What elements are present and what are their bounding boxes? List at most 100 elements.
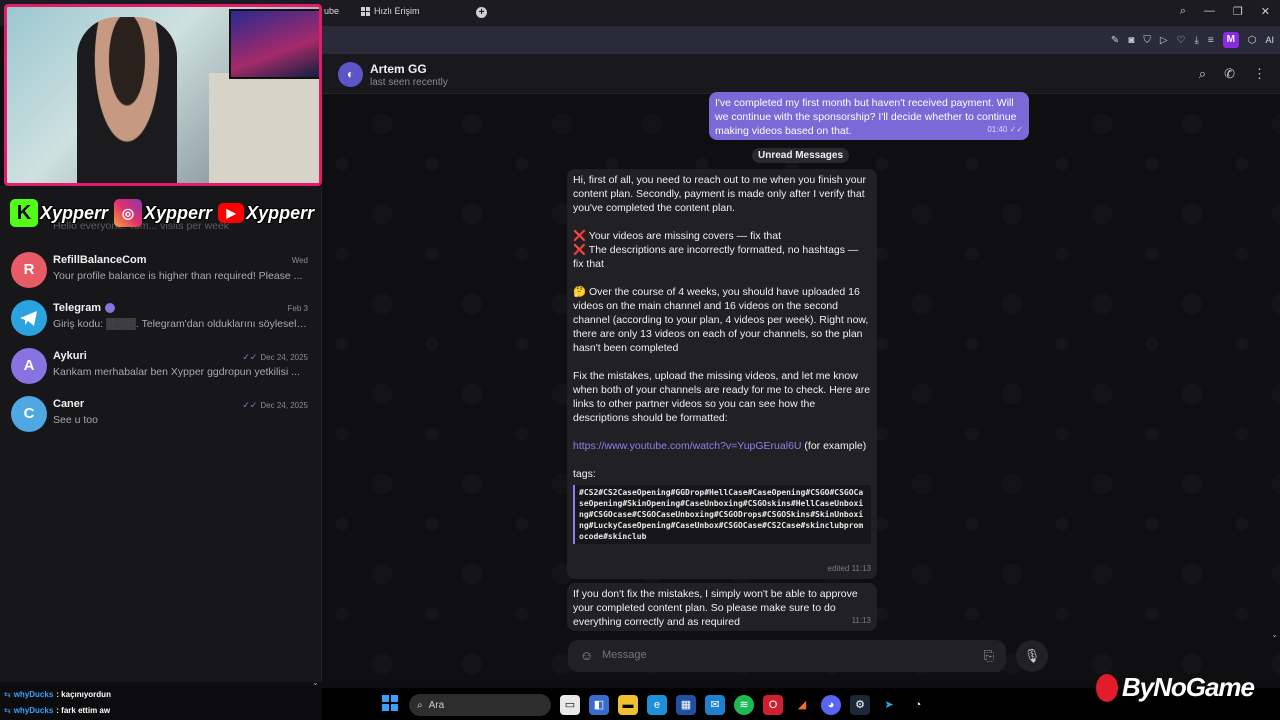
opera-browser-icon[interactable]: O	[763, 695, 783, 715]
folder-icon[interactable]: ▬	[618, 695, 638, 715]
app-icon[interactable]: ◔	[908, 695, 928, 715]
bynogame-logo-icon	[1095, 673, 1118, 702]
tab-label: ube	[324, 6, 340, 16]
mail-icon[interactable]: ✉	[705, 695, 725, 715]
chat-list-sidebar: Hello everyone! Tom... visits per week R…	[0, 186, 322, 682]
taskbar-icons: ⌕ Ara ▭ ◧ ▬ e ▦ ✉ ≋ O ◢ ◕ ⚙ ➤ ◔	[380, 694, 928, 716]
watermark-text: ByNoGame	[1121, 672, 1255, 702]
unread-messages-divider: Unread Messages	[752, 148, 850, 163]
chat-name: RefillBalanceCom	[53, 254, 147, 266]
edit-icon[interactable]: ✎	[1111, 35, 1119, 46]
chat-name: Telegram	[53, 302, 116, 314]
window-controls: ⌕ — ❐ ✕	[1180, 5, 1270, 18]
message-text: I've completed my first month but haven'…	[715, 97, 1017, 137]
chat-date-label: Wed	[291, 256, 308, 265]
play-icon[interactable]: ▷	[1160, 35, 1168, 46]
spotify-icon[interactable]: ≋	[734, 695, 754, 715]
tags-code-block[interactable]: #CS2#CS2CaseOpening#GGDrop#HellCase#Case…	[573, 485, 871, 544]
discord-icon[interactable]: ◕	[821, 695, 841, 715]
chat-date: Wed	[292, 256, 308, 265]
instagram-handle: Xypperr	[144, 202, 213, 223]
heart-icon[interactable]: ♡	[1177, 35, 1186, 46]
maximize-button[interactable]: ❐	[1233, 5, 1243, 18]
chat-list-item-telegram[interactable]: Telegram Feb 3 Giriş kodu: ▒▒▒▒. Telegra…	[0, 294, 322, 342]
contact-name: Artem GG	[370, 62, 427, 76]
microphone-button[interactable]: 🎙	[1016, 640, 1048, 672]
browser-tab-quick-access[interactable]: Hızlı Erişim	[361, 6, 420, 16]
telegram-icon[interactable]: ➤	[879, 695, 899, 715]
app-icon[interactable]: ◢	[792, 695, 812, 715]
link-suffix: (for example)	[801, 440, 867, 452]
incoming-message[interactable]: Hi, first of all, you need to reach out …	[567, 169, 877, 579]
ai-button[interactable]: AI	[1265, 35, 1274, 45]
more-options-icon[interactable]: ⋮	[1253, 66, 1266, 82]
youtube-link[interactable]: https://www.youtube.com/watch?v=YupGErua…	[573, 440, 802, 452]
menu-icon[interactable]: ≡	[1208, 35, 1214, 46]
taskbar-search[interactable]: ⌕ Ara	[409, 694, 551, 716]
browser-tab-youtube[interactable]: ube	[324, 6, 339, 16]
message-input[interactable]	[602, 649, 962, 661]
file-icon[interactable]: ▭	[560, 695, 580, 715]
contact-status: last seen recently	[370, 77, 448, 88]
download-icon[interactable]: ⤓	[1194, 35, 1198, 46]
close-button[interactable]: ✕	[1261, 5, 1270, 18]
edge-browser-icon[interactable]: e	[647, 695, 667, 715]
paperclip-icon[interactable]: ⎘	[984, 648, 994, 664]
chat-list-item-caner[interactable]: C Caner ✓✓ Dec 24, 2025 See u too	[0, 390, 322, 438]
webcam-background-wall	[209, 73, 319, 183]
youtube-handle: Xypperr	[246, 202, 315, 223]
minimize-button[interactable]: —	[1204, 5, 1215, 18]
chat-list-item-refillbalancecom[interactable]: R RefillBalanceCom Wed Your profile bala…	[0, 246, 322, 294]
conversation-pane: ◐ Artem GG last seen recently ⌕ ✆ ⋮ I've…	[322, 54, 1280, 682]
steam-icon[interactable]: ⚙	[850, 695, 870, 715]
chat-preview: Giriş kodu: ▒▒▒▒. Telegram'dan oldukları…	[53, 318, 307, 330]
search-icon[interactable]: ⌕	[1180, 5, 1186, 18]
chat-name: Aykuri	[53, 350, 87, 362]
avatar: A	[11, 348, 47, 384]
tab-label: Hızlı Erişim	[374, 6, 420, 16]
webcam-background-monitor	[229, 9, 319, 79]
phone-icon[interactable]: ✆	[1224, 66, 1235, 82]
conversation-header[interactable]: ◐ Artem GG last seen recently ⌕ ✆ ⋮	[322, 54, 1280, 94]
incoming-message[interactable]: If you don't fix the mistakes, I simply …	[567, 583, 877, 631]
webcam-overlay	[4, 4, 322, 186]
new-tab-button[interactable]: +	[476, 7, 487, 18]
message-paragraph: ❌ The descriptions are incorrectly forma…	[573, 244, 859, 270]
chat-preview: See u too	[53, 414, 98, 426]
search-icon[interactable]: ⌕	[1199, 66, 1206, 82]
emoji-icon[interactable]: ☺	[580, 648, 593, 663]
message-composer: ☺ ⎘	[568, 640, 1006, 672]
header-actions: ⌕ ✆ ⋮	[1199, 66, 1266, 82]
taskbar-search-placeholder: Ara	[428, 699, 445, 711]
verified-badge-icon	[105, 303, 116, 313]
profile-avatar[interactable]: M	[1222, 32, 1239, 48]
camera-icon[interactable]: ◙	[1128, 35, 1134, 46]
message-paragraph: 🤔 Over the course of 4 weeks, you should…	[573, 286, 869, 354]
kick-logo-icon: K	[10, 199, 38, 227]
user-badge-icon: ⇆	[4, 705, 11, 715]
shield-icon[interactable]: ⛉	[1143, 35, 1151, 46]
chevron-down-icon[interactable]: ⌄	[1271, 630, 1278, 639]
windows-start-icon[interactable]	[380, 695, 400, 715]
outgoing-message[interactable]: I've completed my first month but haven'…	[709, 92, 1029, 140]
search-icon: ⌕	[417, 699, 423, 711]
chat-date: Feb 3	[288, 304, 308, 313]
message-text: If you don't fix the mistakes, I simply …	[573, 588, 858, 628]
chat-date-label: Dec 24, 2025	[260, 401, 308, 410]
contact-avatar[interactable]: ◐	[338, 62, 363, 87]
widgets-icon[interactable]: ◧	[589, 695, 609, 715]
chat-list-item-aykuri[interactable]: A Aykuri ✓✓ Dec 24, 2025 Kankam merhabal…	[0, 342, 322, 390]
double-check-icon: ✓✓	[1009, 125, 1023, 134]
grid-icon	[361, 6, 370, 16]
extension-icon[interactable]: ⬡	[1248, 35, 1257, 46]
message-time-label: 01:40	[987, 125, 1008, 134]
stream-chat-line: ⇆ whyDucks : fark ettim aw	[0, 702, 322, 718]
message-time: 11:13	[851, 616, 871, 625]
chat-date-label: Dec 24, 2025	[260, 353, 308, 362]
calculator-icon[interactable]: ▦	[676, 695, 696, 715]
message-paragraph: Hi, first of all, you need to reach out …	[573, 174, 866, 214]
stream-chat-user: whyDucks	[13, 689, 54, 699]
tags-label: tags:	[573, 468, 596, 480]
